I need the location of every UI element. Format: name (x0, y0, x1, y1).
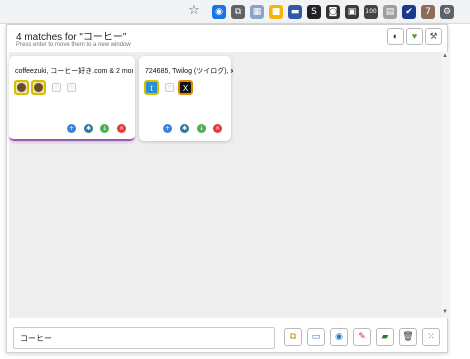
incognito-toggle-button[interactable]: ◐ (387, 28, 404, 45)
match-count-title: 4 matches for "コーヒー" (16, 32, 127, 43)
extension-1-icon[interactable]: ◉ (212, 5, 226, 19)
extension-4-icon[interactable]: ■ (269, 5, 283, 19)
pin-icon: ✎ (358, 332, 366, 342)
page-icon: ▫ (55, 84, 58, 90)
coffee-bean-icon (17, 83, 26, 92)
tab-favicon[interactable]: t (144, 80, 159, 95)
twitter-bird-icon: t (150, 84, 153, 93)
coffee-bean-icon (34, 83, 43, 92)
wrench-icon: ⚒ (429, 31, 438, 41)
extension-9-icon[interactable]: 100 (364, 5, 378, 19)
hint-text: Press enter to move them to a new window (16, 42, 131, 48)
bottom-bar: ⧉ ▭ ◉ ✎ ▰ 🗑 ⁙ (7, 323, 447, 353)
extension-8-icon[interactable]: ▣ (345, 5, 359, 19)
x-logo-icon: X (182, 84, 189, 93)
trash-icon: 🗑 (402, 332, 414, 342)
tab-favicon[interactable]: X (178, 80, 193, 95)
window-card[interactable]: 724685, Twilog (ツイログ), x t ▫ X + ✱ ↓ × (139, 56, 233, 141)
snowflake-icon[interactable]: ✱ (84, 124, 93, 133)
discard-button[interactable]: ▰ (376, 328, 394, 346)
tab-favicon-blank[interactable]: ▫ (52, 83, 61, 92)
download-icon[interactable]: ↓ (197, 124, 206, 133)
windows-area: coffeezuki, コーヒー好き.com & 2 more ▫ ▫ + ✱ … (9, 52, 441, 318)
new-window-icon: ⧉ (289, 332, 297, 342)
close-window-icon[interactable]: × (213, 124, 222, 133)
download-icon[interactable]: ↓ (100, 124, 109, 133)
window-title: coffeezuki, コーヒー好き.com & 2 more (15, 68, 133, 75)
extension-2-icon[interactable]: ⧉ (231, 5, 245, 19)
bookmark-star-icon[interactable]: ☆ (187, 4, 201, 18)
delete-button[interactable]: 🗑 (399, 328, 417, 346)
extension-3-icon[interactable]: ▦ (250, 5, 264, 19)
grid-icon: ⁙ (427, 332, 435, 342)
extension-11-icon[interactable]: ✔ (402, 5, 416, 19)
scroll-down-icon[interactable]: ▼ (442, 309, 448, 315)
settings-button[interactable]: ⚒ (425, 28, 442, 45)
snowflake-icon[interactable]: ✱ (180, 124, 189, 133)
extension-5-icon[interactable]: ▬ (288, 5, 302, 19)
window-title: 724685, Twilog (ツイログ), x (145, 68, 233, 75)
tab-favicon-blank[interactable]: ▫ (67, 83, 76, 92)
search-input[interactable] (13, 327, 275, 349)
vertical-scrollbar[interactable]: ▲ ▼ (441, 52, 449, 318)
favorites-button[interactable]: ♥ (406, 28, 423, 45)
add-tab-icon[interactable]: + (163, 124, 172, 133)
tab-favicon[interactable] (14, 80, 29, 95)
move-to-window-button[interactable]: ⧉ (284, 328, 302, 346)
heart-icon: ♥ (411, 31, 418, 41)
page-icon: ▫ (168, 84, 171, 90)
add-tab-icon[interactable]: + (67, 124, 76, 133)
browser-toolbar: ☆ ◉ ⧉ ▦ ■ ▬ S ◙ ▣ 100 ▤ ✔ 7 ⚙ (0, 0, 470, 24)
tab-manager-popup: 4 matches for "コーヒー" Press enter to move… (6, 24, 449, 353)
folder-icon: ▭ (311, 332, 321, 342)
grid-view-button[interactable]: ⁙ (422, 328, 440, 346)
pin-button[interactable]: ✎ (353, 328, 371, 346)
tab-favicon[interactable] (31, 80, 46, 95)
scroll-up-icon[interactable]: ▲ (442, 53, 448, 59)
page-icon: ▫ (70, 84, 73, 90)
window-card[interactable]: coffeezuki, コーヒー好き.com & 2 more ▫ ▫ + ✱ … (9, 56, 135, 141)
extensions-puzzle-icon[interactable]: ⚙ (440, 5, 454, 19)
eraser-icon: ▰ (381, 332, 389, 342)
extension-6-icon[interactable]: S (307, 5, 321, 19)
incognito-icon: ◐ (392, 31, 399, 41)
tab-favicon-blank[interactable]: ▫ (165, 83, 174, 92)
toggle-visibility-button[interactable]: ◉ (330, 328, 348, 346)
close-window-icon[interactable]: × (117, 124, 126, 133)
extension-12-icon[interactable]: 7 (421, 5, 435, 19)
extension-10-icon[interactable]: ▤ (383, 5, 397, 19)
eye-icon: ◉ (335, 332, 343, 342)
extension-7-icon[interactable]: ◙ (326, 5, 340, 19)
open-folder-button[interactable]: ▭ (307, 328, 325, 346)
